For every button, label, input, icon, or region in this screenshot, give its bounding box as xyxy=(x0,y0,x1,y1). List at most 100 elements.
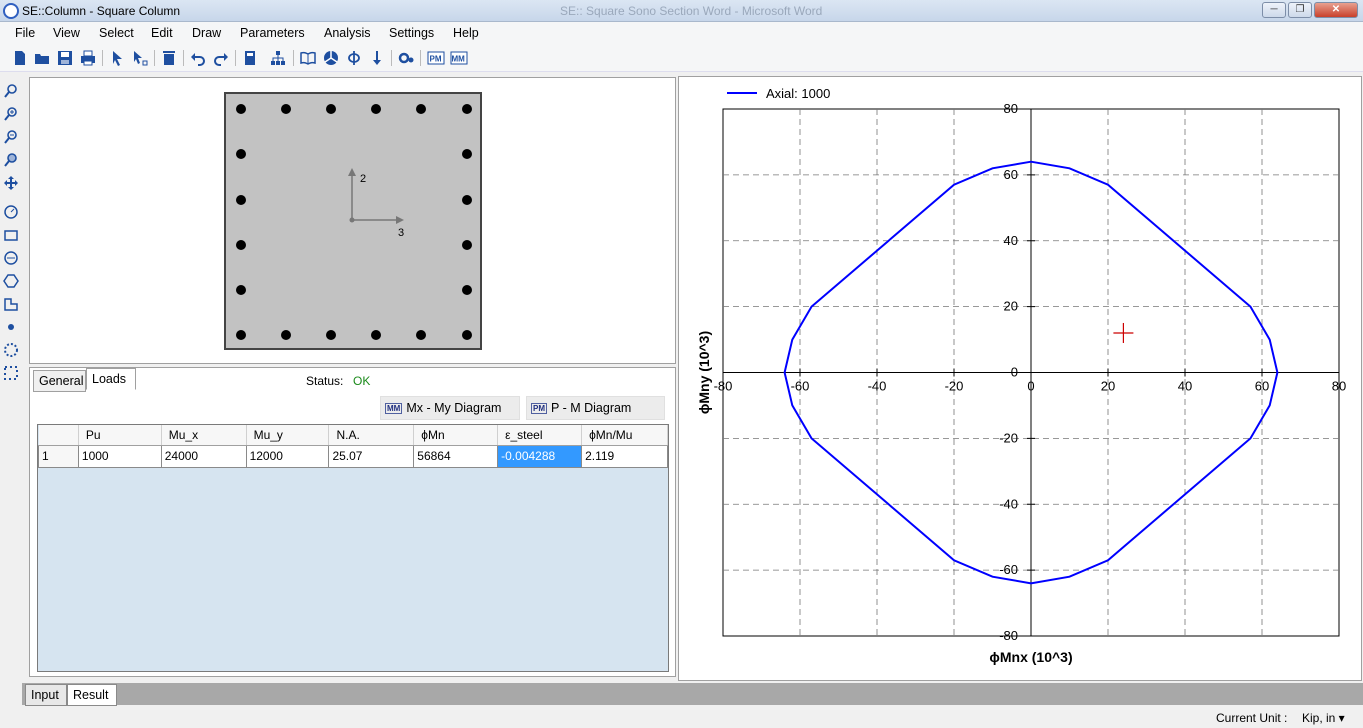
menu-select[interactable]: Select xyxy=(99,26,134,40)
column-header-mu-x[interactable]: Mu_x xyxy=(161,425,247,446)
polygon-section-icon[interactable] xyxy=(2,272,20,290)
y-tick-label: 20 xyxy=(1004,299,1018,314)
app-window: SE::Column - Square Column SE:: Square S… xyxy=(0,0,1363,728)
zoom-icon[interactable] xyxy=(2,82,20,100)
toolbar: PM MM xyxy=(0,44,1363,72)
menu-settings[interactable]: Settings xyxy=(389,26,434,40)
x-tick-label: 0 xyxy=(1027,379,1034,394)
local-axes: 2 3 xyxy=(348,168,404,239)
menu-parameters[interactable]: Parameters xyxy=(240,26,305,40)
left-toolbar xyxy=(0,72,22,682)
y-tick-label: 40 xyxy=(1004,233,1018,248)
window-title: SE::Column - Square Column xyxy=(22,4,181,18)
pan-icon[interactable] xyxy=(2,174,20,192)
axis-2-label: 2 xyxy=(360,173,366,185)
x-tick-label: 80 xyxy=(1332,379,1346,394)
calculator-icon[interactable] xyxy=(240,48,260,68)
minimize-button[interactable]: ─ xyxy=(1262,2,1286,18)
settings-icon[interactable] xyxy=(396,48,416,68)
rectangular-bars-icon[interactable] xyxy=(2,364,20,382)
circle-hole-icon[interactable] xyxy=(2,249,20,267)
pm-diagram-icon[interactable]: PM xyxy=(426,48,446,68)
zoom-window-icon[interactable] xyxy=(2,151,20,169)
x-tick-label: -80 xyxy=(714,379,733,394)
table-row[interactable]: 1 1000 24000 12000 25.07 56864 -0.004288… xyxy=(38,444,668,468)
mm-diagram-icon: MM xyxy=(385,402,403,414)
rectangle-section-icon[interactable] xyxy=(2,226,20,244)
zoom-out-icon[interactable] xyxy=(2,128,20,146)
tab-general[interactable]: General xyxy=(33,370,86,392)
circular-bars-icon[interactable] xyxy=(2,341,20,359)
row-index: 1 xyxy=(38,444,79,468)
menu-analysis[interactable]: Analysis xyxy=(324,26,371,40)
new-icon[interactable] xyxy=(10,48,30,68)
undo-icon[interactable] xyxy=(188,48,208,68)
results-panel: General Loads Status: OK MM Mx - My Diag… xyxy=(29,367,676,677)
cell-mu-y[interactable]: 12000 xyxy=(245,444,330,468)
delete-icon[interactable] xyxy=(159,48,179,68)
single-bar-icon[interactable] xyxy=(2,318,20,336)
tab-loads[interactable]: Loads xyxy=(86,368,136,390)
status-value: OK xyxy=(353,374,371,388)
y-tick-label: 60 xyxy=(1004,167,1018,182)
current-unit-dropdown[interactable]: Kip, in ▾ xyxy=(1302,711,1345,725)
hierarchy-icon[interactable] xyxy=(268,48,288,68)
status-bar: Current Unit : Kip, in ▾ xyxy=(0,706,1363,728)
zoom-in-icon[interactable] xyxy=(2,105,20,123)
menu-draw[interactable]: Draw xyxy=(192,26,221,40)
bottom-tab-strip: Input Result xyxy=(22,683,1363,706)
column-header-phi-mn-mu[interactable]: ϕMn/Mu xyxy=(581,425,668,446)
cell-phi-mn[interactable]: 56864 xyxy=(413,444,499,468)
svg-text:MM: MM xyxy=(452,55,466,64)
tab-result[interactable]: Result xyxy=(67,684,117,706)
y-tick-label: -80 xyxy=(999,628,1018,643)
app-icon xyxy=(3,3,19,19)
section-view[interactable]: 2 3 xyxy=(29,77,676,364)
maximize-button[interactable]: ❐ xyxy=(1288,2,1312,18)
mm-diagram-icon[interactable]: MM xyxy=(449,48,469,68)
cell-mu-x[interactable]: 24000 xyxy=(160,444,247,468)
cell-na[interactable]: 25.07 xyxy=(328,444,415,468)
status-label: Status: xyxy=(306,374,344,388)
column-header-mu-y[interactable]: Mu_y xyxy=(246,425,330,446)
circle-section-icon[interactable] xyxy=(2,203,20,221)
mx-my-diagram-label: Mx - My Diagram xyxy=(406,401,502,415)
cell-phi-mn-mu[interactable]: 2.119 xyxy=(581,444,668,468)
menu-view[interactable]: View xyxy=(53,26,80,40)
x-tick-label: 60 xyxy=(1255,379,1269,394)
interaction-diagram-panel[interactable]: -80 -60 -40 -20 0 20 40 60 80 -80 -60 -40 -20 0 20 40 60… xyxy=(678,76,1362,681)
save-icon[interactable] xyxy=(55,48,75,68)
section-icon[interactable] xyxy=(321,48,341,68)
column-header-phi-mn[interactable]: ϕMn xyxy=(413,425,499,446)
menu-file[interactable]: File xyxy=(15,26,35,40)
column-header-pu[interactable]: Pu xyxy=(78,425,162,446)
loads-table[interactable]: Pu Mu_x Mu_y N.A. ϕMn ε_steel ϕMn/Mu 1 1… xyxy=(37,424,669,672)
y-tick-label: 0 xyxy=(1011,365,1018,380)
svg-text:PM: PM xyxy=(430,55,442,64)
column-header-e-steel[interactable]: ε_steel xyxy=(497,425,583,446)
menu-help[interactable]: Help xyxy=(453,26,479,40)
background-window-title: SE:: Square Sono Section Word - Microsof… xyxy=(560,4,823,18)
column-section[interactable]: 2 3 xyxy=(224,92,482,350)
current-unit-label: Current Unit : xyxy=(1216,711,1288,725)
p-m-diagram-button[interactable]: PM P - M Diagram xyxy=(526,396,665,420)
open-icon[interactable] xyxy=(32,48,52,68)
phi-icon[interactable] xyxy=(344,48,364,68)
select-node-icon[interactable] xyxy=(130,48,150,68)
column-header-index xyxy=(38,425,79,446)
redo-icon[interactable] xyxy=(211,48,231,68)
print-icon[interactable] xyxy=(78,48,98,68)
menu-edit[interactable]: Edit xyxy=(151,26,173,40)
book-icon[interactable] xyxy=(298,48,318,68)
column-header-na[interactable]: N.A. xyxy=(328,425,415,446)
cell-e-steel[interactable]: -0.004288 xyxy=(497,444,583,468)
cell-pu[interactable]: 1000 xyxy=(77,444,162,468)
load-arrow-icon[interactable] xyxy=(367,48,387,68)
mx-my-diagram-button[interactable]: MM Mx - My Diagram xyxy=(380,396,520,420)
x-tick-label: 20 xyxy=(1101,379,1115,394)
tab-input[interactable]: Input xyxy=(25,684,67,706)
select-icon[interactable] xyxy=(107,48,127,68)
custom-section-icon[interactable] xyxy=(2,295,20,313)
close-button[interactable]: ✕ xyxy=(1314,2,1358,18)
y-axis-title: ϕMny (10^3) xyxy=(696,331,712,414)
